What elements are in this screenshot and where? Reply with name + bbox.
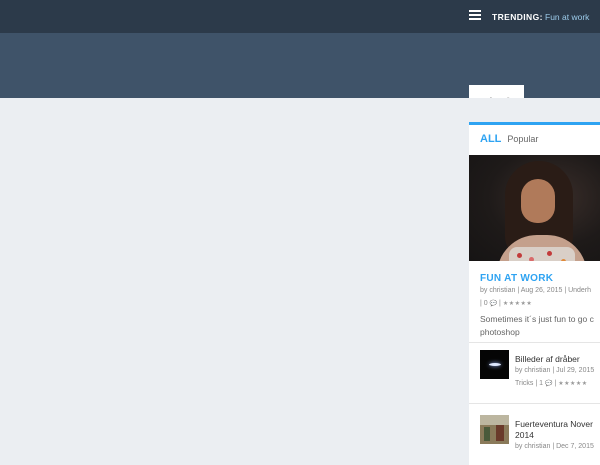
dress-flower: [561, 259, 566, 261]
featured-post-excerpt: Sometimes it´s just fun to go c photosho…: [480, 313, 600, 339]
divider: [469, 403, 600, 404]
post-title-fuerteventura-2[interactable]: 2014: [515, 430, 534, 440]
divider: [469, 342, 600, 343]
tab-all[interactable]: ALL: [480, 133, 501, 145]
top-bar: TRENDING: Fun at work: [0, 0, 600, 33]
post-thumbnail-fuerteventura[interactable]: [480, 415, 509, 444]
post-meta-fuerteventura: by christian | Dec 7, 2015: [515, 443, 594, 450]
post-category-comments: Tricks | 1: [515, 380, 544, 387]
post-title-droplets[interactable]: Billeder af dråber: [515, 354, 580, 364]
dress-flower: [529, 257, 534, 261]
post-title-fuerteventura[interactable]: Fuerteventura Nover: [515, 419, 593, 429]
tab-popular[interactable]: Popular: [507, 134, 538, 144]
dress-flower: [517, 253, 522, 258]
featured-post-meta-2: | 0 💬 | ★★★★★: [480, 300, 532, 307]
comment-icon: 💬: [544, 381, 553, 387]
comment-icon: 💬: [489, 301, 498, 307]
thumb-sky: [480, 415, 509, 425]
dress-flower: [547, 251, 552, 256]
trending-link[interactable]: Fun at work: [545, 12, 589, 22]
post-meta-droplets: by christian | Jul 29, 2015: [515, 367, 595, 374]
menu-icon[interactable]: [469, 10, 481, 20]
excerpt-line: photoshop: [480, 327, 520, 337]
thumb-figure: [484, 427, 490, 441]
comment-count: | 0: [480, 300, 488, 307]
rating-stars: ★★★★★: [558, 381, 588, 387]
site-header: Grafingene.dk: [0, 33, 600, 113]
portrait-face: [521, 179, 555, 223]
post-meta-droplets-2: Tricks | 1 💬 | ★★★★★: [515, 380, 588, 387]
rating-stars: ★★★★★: [502, 301, 533, 307]
trending-label: TRENDING:: [492, 12, 543, 22]
featured-post-image[interactable]: [469, 155, 600, 261]
meta-separator: |: [554, 380, 557, 387]
widget-tabs: ALL Popular: [469, 125, 600, 152]
meta-separator: |: [499, 300, 501, 307]
excerpt-line: Sometimes it´s just fun to go c: [480, 314, 594, 324]
droplet-highlight: [489, 363, 501, 366]
post-thumbnail-droplets[interactable]: [480, 350, 509, 379]
featured-post-meta: by christian | Aug 26, 2015 | Underh: [480, 287, 592, 294]
sidebar-widget: ALL Popular FUN AT WORK by christian | A…: [469, 122, 600, 465]
thumb-figure: [496, 425, 504, 441]
featured-post-title[interactable]: FUN AT WORK: [480, 273, 553, 284]
